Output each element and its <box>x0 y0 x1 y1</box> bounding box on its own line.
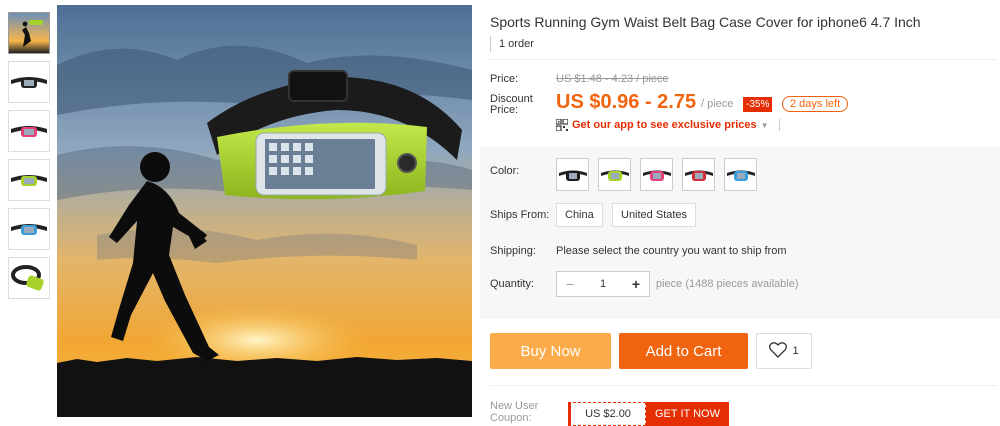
product-info: Sports Running Gym Waist Belt Bag Case C… <box>480 0 1000 426</box>
app-promo-text: Get our app to see exclusive prices <box>572 119 757 131</box>
quantity-decrease-button[interactable]: − <box>557 276 583 292</box>
get-coupon-button[interactable]: GET IT NOW <box>646 402 729 426</box>
order-count: 1 order <box>490 36 534 52</box>
coupon-box: US $2.00 GET IT NOW <box>568 402 729 426</box>
color-swatch-pink[interactable] <box>640 158 673 191</box>
color-label: Color: <box>490 165 520 177</box>
quantity-label: Quantity: <box>490 278 535 290</box>
coupon-label-line2: Coupon: <box>490 412 532 424</box>
thumbnail-blue[interactable] <box>8 208 50 250</box>
buy-now-button[interactable]: Buy Now <box>490 333 611 369</box>
price-label: Price: <box>490 73 519 85</box>
app-promo-link[interactable]: Get our app to see exclusive prices ▼ <box>555 118 780 132</box>
thumbnail-list <box>8 12 50 306</box>
divider <box>490 59 997 60</box>
color-swatch-green[interactable] <box>598 158 631 191</box>
product-page: Sports Running Gym Waist Belt Bag Case C… <box>0 0 1000 426</box>
discount-badge: -35% <box>743 97 773 112</box>
color-swatches <box>556 158 757 191</box>
thumbnail-green-roll[interactable] <box>8 257 50 299</box>
thumbnail-runner[interactable] <box>8 12 50 54</box>
heart-icon <box>769 341 788 361</box>
current-price: US $0.96 - 2.75 <box>556 91 697 113</box>
divider <box>490 385 997 386</box>
product-title: Sports Running Gym Waist Belt Bag Case C… <box>490 14 921 30</box>
thumbnail-black[interactable] <box>8 61 50 103</box>
thumbnail-pink[interactable] <box>8 110 50 152</box>
add-to-cart-button[interactable]: Add to Cart <box>619 333 748 369</box>
ships-from-united-states[interactable]: United States <box>612 203 697 227</box>
ships-from-china[interactable]: China <box>556 203 603 227</box>
wishlist-count: 1 <box>792 345 799 357</box>
color-swatch-black[interactable] <box>556 158 589 191</box>
ships-from-label: Ships From: <box>490 209 550 221</box>
quantity-increase-button[interactable]: + <box>623 276 649 292</box>
new-user-coupon-label: New User Coupon: <box>490 400 538 424</box>
quantity-stepper: − + <box>556 271 650 297</box>
color-swatch-red[interactable] <box>682 158 715 191</box>
thumbnail-green[interactable] <box>8 159 50 201</box>
original-price: US $1.48 - 4.23 / piece <box>556 73 669 85</box>
available-quantity: piece (1488 pieces available) <box>656 278 799 290</box>
shipping-text: Please select the country you want to sh… <box>556 245 787 257</box>
coupon-label-line1: New User <box>490 400 539 412</box>
coupon-amount: US $2.00 <box>568 402 646 426</box>
discount-price-label-line2: Price: <box>490 104 519 116</box>
time-left-badge: 2 days left <box>782 96 849 112</box>
quantity-input[interactable] <box>583 278 623 290</box>
wishlist-button[interactable]: 1 <box>756 333 812 369</box>
shipping-label: Shipping: <box>490 245 536 257</box>
price-unit: / piece <box>701 98 734 110</box>
qr-code-icon <box>555 118 569 132</box>
main-product-image <box>57 5 472 417</box>
divider <box>778 119 780 131</box>
color-swatch-blue[interactable] <box>724 158 757 191</box>
chevron-down-icon: ▼ <box>760 120 769 130</box>
